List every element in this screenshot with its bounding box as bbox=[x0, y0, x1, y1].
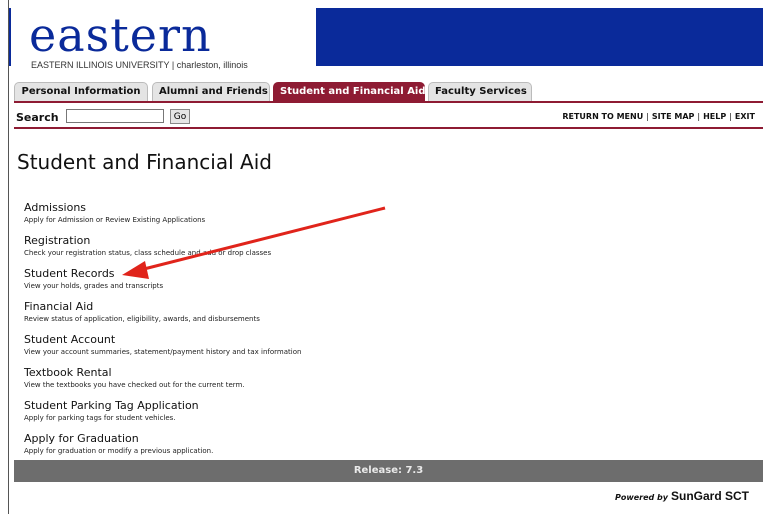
separator: | bbox=[646, 112, 649, 121]
menu-item-admissions: Admissions Apply for Admission or Review… bbox=[24, 200, 744, 233]
menu-item-parking-tag: Student Parking Tag Application Apply fo… bbox=[24, 398, 744, 431]
menu-link-textbook-rental[interactable]: Textbook Rental bbox=[24, 365, 744, 380]
menu-description: Apply for parking tags for student vehic… bbox=[24, 414, 176, 422]
separator: | bbox=[729, 112, 732, 121]
go-button[interactable]: Go bbox=[170, 109, 190, 124]
exit-link[interactable]: EXIT bbox=[735, 112, 755, 121]
page-title: Student and Financial Aid bbox=[17, 150, 272, 174]
menu-description: View your holds, grades and transcripts bbox=[24, 282, 164, 290]
search-divider bbox=[14, 127, 763, 129]
menu-link-student-account[interactable]: Student Account bbox=[24, 332, 744, 347]
powered-by-logo: Powered by SunGard SCT bbox=[615, 489, 749, 503]
help-link[interactable]: HELP bbox=[703, 112, 726, 121]
menu-link-admissions[interactable]: Admissions bbox=[24, 200, 744, 215]
menu-description: Apply for Admission or Review Existing A… bbox=[24, 216, 206, 224]
return-to-menu-link[interactable]: RETURN TO MENU bbox=[562, 112, 643, 121]
utility-links: RETURN TO MENU | SITE MAP | HELP | EXIT bbox=[562, 112, 755, 121]
menu-link-student-records[interactable]: Student Records bbox=[24, 266, 744, 281]
menu-item-registration: Registration Check your registration sta… bbox=[24, 233, 744, 266]
release-bar: Release: 7.3 bbox=[14, 460, 763, 482]
frame-border bbox=[8, 0, 9, 514]
separator: | bbox=[697, 112, 701, 121]
university-logo[interactable]: eastern EASTERN ILLINOIS UNIVERSITY | ch… bbox=[11, 8, 316, 70]
powered-by-prefix: Powered by bbox=[614, 493, 668, 502]
site-map-link[interactable]: SITE MAP bbox=[652, 112, 694, 121]
menu-description: Check your registration status, class sc… bbox=[24, 249, 272, 257]
menu-link-registration[interactable]: Registration bbox=[24, 233, 744, 248]
menu-link-parking-tag[interactable]: Student Parking Tag Application bbox=[24, 398, 744, 413]
services-menu: Admissions Apply for Admission or Review… bbox=[24, 200, 744, 464]
menu-description: View the textbooks you have checked out … bbox=[24, 381, 245, 389]
tab-alumni-and-friends[interactable]: Alumni and Friends bbox=[152, 82, 270, 101]
menu-item-financial-aid: Financial Aid Review status of applicati… bbox=[24, 299, 744, 332]
menu-item-student-account: Student Account View your account summar… bbox=[24, 332, 744, 365]
tab-faculty-services[interactable]: Faculty Services bbox=[428, 82, 532, 101]
menu-link-apply-for-graduation[interactable]: Apply for Graduation bbox=[24, 431, 744, 446]
menu-description: Apply for graduation or modify a previou… bbox=[24, 447, 214, 455]
search-input[interactable] bbox=[66, 109, 164, 123]
menu-item-textbook-rental: Textbook Rental View the textbooks you h… bbox=[24, 365, 744, 398]
menu-description: View your account summaries, statement/p… bbox=[24, 348, 302, 356]
tab-divider bbox=[14, 101, 763, 103]
logo-wordmark: eastern bbox=[29, 8, 212, 62]
powered-by-brand: SunGard SCT bbox=[670, 489, 749, 503]
tab-personal-information[interactable]: Personal Information bbox=[14, 82, 148, 101]
menu-description: Review status of application, eligibilit… bbox=[24, 315, 260, 323]
logo-subtitle: EASTERN ILLINOIS UNIVERSITY | charleston… bbox=[31, 60, 248, 70]
menu-link-financial-aid[interactable]: Financial Aid bbox=[24, 299, 744, 314]
search-label: Search bbox=[16, 111, 59, 124]
menu-item-student-records: Student Records View your holds, grades … bbox=[24, 266, 744, 299]
tab-student-and-financial-aid[interactable]: Student and Financial Aid bbox=[273, 82, 426, 101]
